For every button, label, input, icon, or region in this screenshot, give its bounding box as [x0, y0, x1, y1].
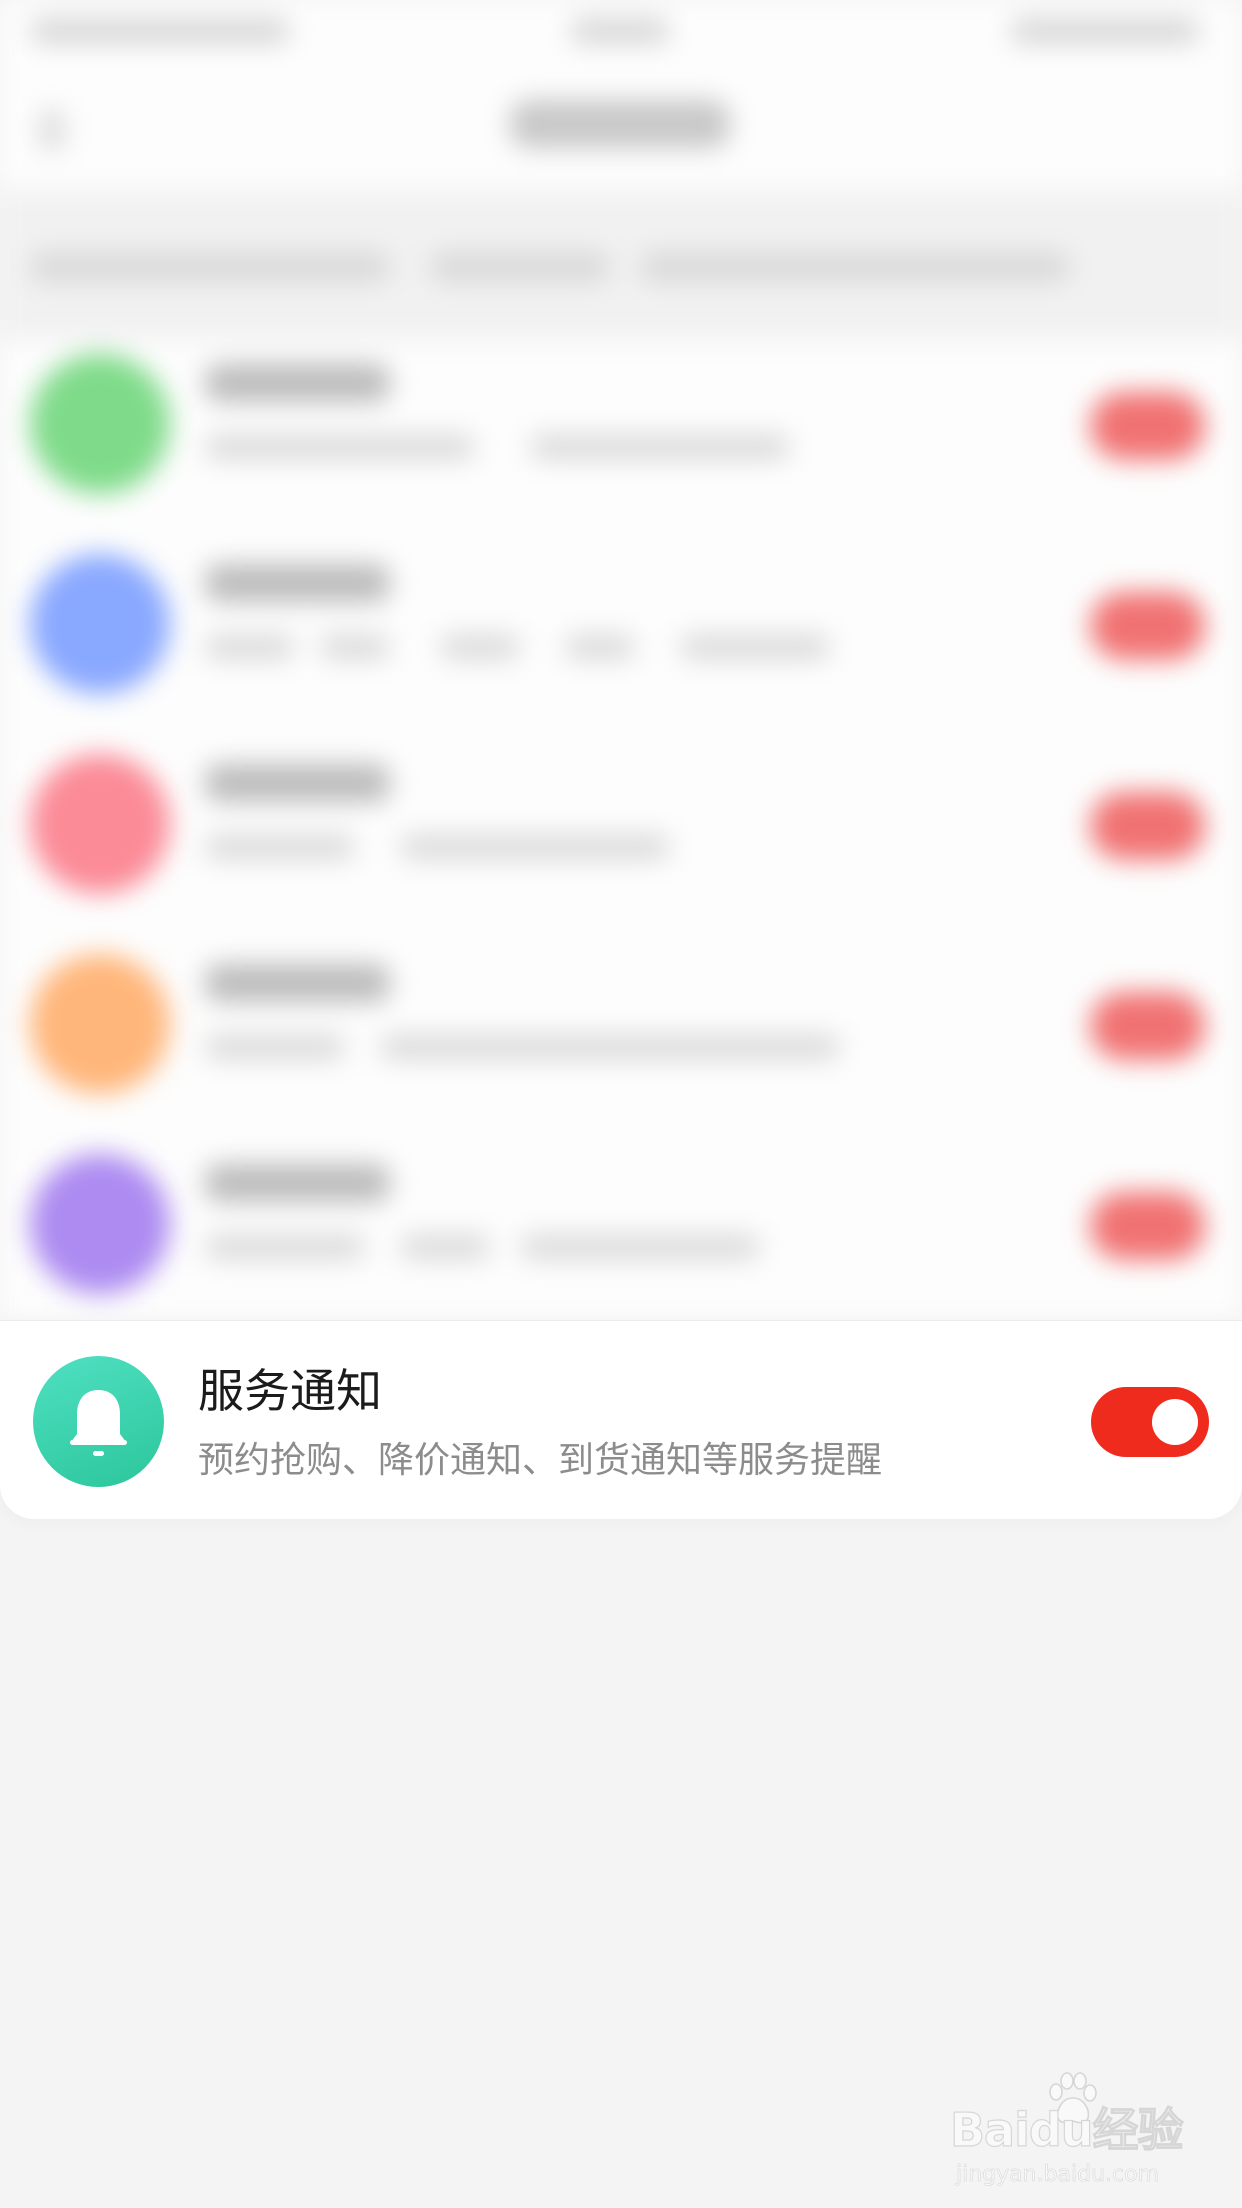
nav-title — [510, 100, 730, 148]
nav-bar — [0, 60, 1242, 190]
toggle-knob — [1152, 1399, 1198, 1445]
back-icon[interactable] — [40, 110, 64, 150]
setting-icon — [30, 1154, 170, 1294]
service-notification-description: 预约抢购、降价通知、到货通知等服务提醒 — [198, 1440, 883, 1481]
blurred-setting-row — [0, 724, 1242, 924]
setting-icon — [30, 754, 170, 894]
hint-bar — [0, 190, 1242, 340]
blurred-background — [0, 0, 1242, 1320]
setting-icon — [30, 554, 170, 694]
toggle-switch[interactable] — [1090, 1192, 1205, 1260]
blurred-setting-row — [0, 924, 1242, 1124]
bell-icon — [33, 1356, 164, 1487]
blurred-setting-row — [0, 524, 1242, 724]
baidu-jingyan-watermark: Baidu经验 jingyan.baidu.com — [949, 2070, 1220, 2190]
toggle-switch[interactable] — [1090, 992, 1205, 1060]
service-notification-toggle[interactable] — [1091, 1387, 1209, 1457]
setting-icon — [30, 954, 170, 1094]
toggle-switch[interactable] — [1090, 792, 1205, 860]
watermark-text: Baidu经验 — [949, 2103, 1184, 2157]
blurred-setting-row — [0, 324, 1242, 524]
watermark-url: jingyan.baidu.com — [956, 2162, 1160, 2188]
service-notification-title: 服务通知 — [198, 1364, 382, 1418]
status-bar — [0, 0, 1242, 60]
toggle-switch[interactable] — [1090, 392, 1205, 460]
blurred-setting-row — [0, 1124, 1242, 1324]
toggle-switch[interactable] — [1090, 592, 1205, 660]
service-notification-row: 服务通知 预约抢购、降价通知、到货通知等服务提醒 — [0, 1320, 1242, 1519]
setting-icon — [30, 354, 170, 494]
